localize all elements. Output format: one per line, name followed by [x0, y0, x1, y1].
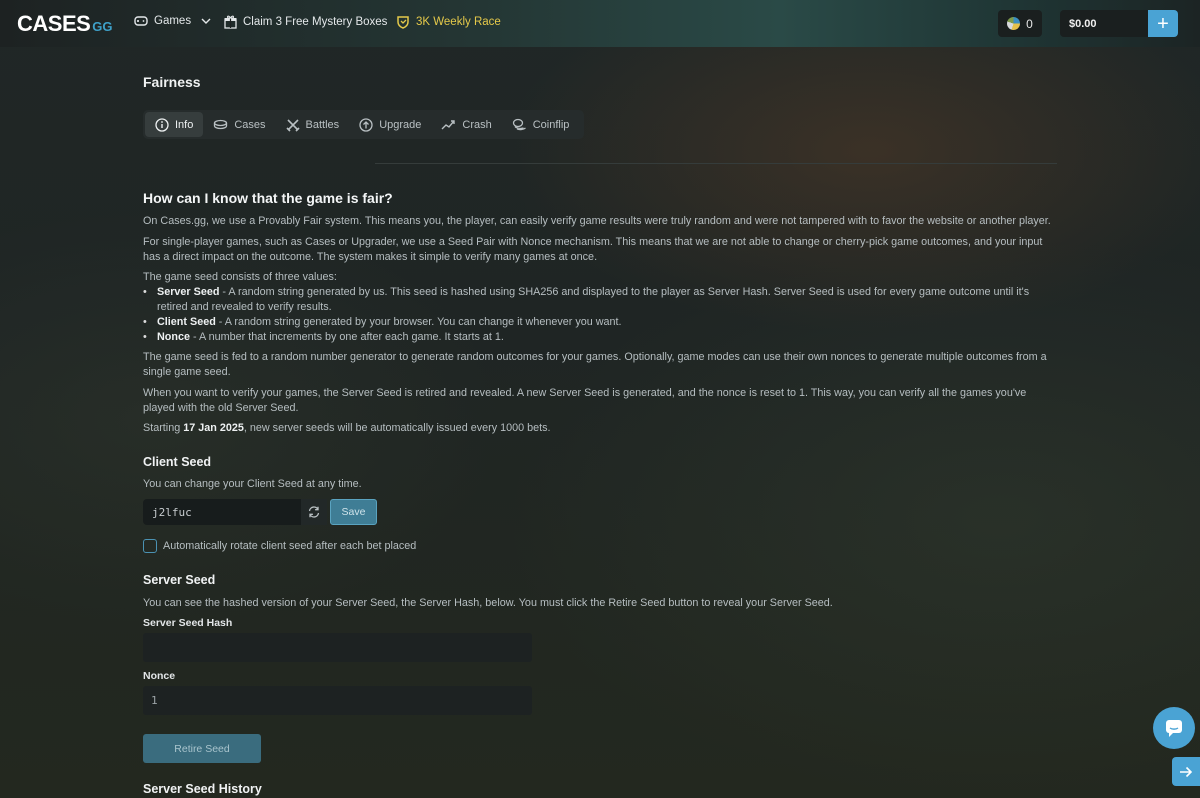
nav-mystery-boxes[interactable]: Claim 3 Free Mystery Boxes [224, 15, 387, 29]
nav-weekly-race-label: 3K Weekly Race [416, 16, 501, 28]
logo-suffix: GG [92, 19, 113, 34]
refresh-icon [307, 505, 321, 519]
retire-seed-button[interactable]: Retire Seed [143, 734, 261, 763]
server-seed-history-heading: Server Seed History [143, 782, 262, 796]
info-paragraph-2: For single-player games, such as Cases o… [143, 236, 1043, 263]
trend-up-icon [441, 119, 456, 131]
cases-icon [213, 119, 228, 131]
tab-coinflip-label: Coinflip [532, 118, 570, 131]
tab-battles-label: Battles [305, 118, 340, 131]
bullet-term: Server Seed [157, 286, 220, 298]
server-seed-description: You can see the hashed version of your S… [143, 597, 833, 609]
client-seed-description: You can change your Client Seed at any t… [143, 478, 362, 490]
top-navbar: CASES GG Games Claim 3 Free Mystery Boxes… [0, 0, 1200, 47]
coins-icon [512, 118, 527, 131]
client-seed-input[interactable]: j2lfuc [143, 499, 301, 525]
bullet-text: - A number that increments by one after … [190, 331, 504, 343]
info-paragraph-3: The game seed consists of three values: [143, 271, 337, 283]
logo-main: CASES [17, 11, 91, 36]
shield-trophy-icon [396, 15, 410, 29]
nav-weekly-race[interactable]: 3K Weekly Race [396, 15, 501, 29]
client-seed-heading: Client Seed [143, 455, 212, 469]
tab-upgrade-label: Upgrade [379, 118, 422, 131]
bullet-text: - A random string generated by us. This … [157, 286, 1030, 313]
tab-cases-label: Cases [234, 118, 266, 131]
section-divider [375, 163, 1057, 164]
tab-battles[interactable]: Battles [276, 112, 350, 137]
coin-icon [1007, 17, 1021, 30]
tab-info[interactable]: Info [145, 112, 204, 137]
page-title: Fairness [143, 74, 201, 90]
tab-cases[interactable]: Cases [203, 112, 275, 137]
nav-mystery-boxes-label: Claim 3 Free Mystery Boxes [243, 16, 388, 28]
seed-values-list: Server Seed - A random string generated … [143, 285, 1058, 345]
tab-crash-label: Crash [462, 118, 492, 131]
coins-counter[interactable]: 0 [998, 10, 1042, 37]
nav-games-label: Games [154, 15, 192, 27]
bullet-term: Client Seed [157, 316, 216, 328]
list-item: Nonce - A number that increments by one … [143, 330, 1058, 345]
info-paragraph-6: Starting 17 Jan 2025, new server seeds w… [143, 421, 1058, 436]
chat-bubble-icon [1164, 718, 1184, 738]
chat-button[interactable] [1153, 707, 1195, 749]
info-icon [155, 117, 169, 132]
arrow-up-circle-icon [359, 117, 373, 132]
balance-display[interactable]: $0.00 [1060, 10, 1148, 37]
auto-rotate-label[interactable]: Automatically rotate client seed after e… [163, 540, 416, 552]
expand-sidebar-button[interactable] [1172, 757, 1200, 786]
refresh-seed-button[interactable] [301, 499, 327, 525]
server-seed-hash-field[interactable] [143, 633, 532, 662]
bullet-term: Nonce [157, 331, 190, 343]
deposit-button[interactable]: + [1148, 10, 1178, 37]
starting-suffix: , new server seeds will be automatically… [243, 422, 551, 434]
info-paragraph-5: When you want to verify your games, the … [143, 387, 1027, 414]
tab-upgrade[interactable]: Upgrade [349, 112, 431, 137]
info-paragraph-4: The game seed is fed to a random number … [143, 351, 1047, 378]
gamepad-icon [134, 15, 148, 27]
tab-coinflip[interactable]: Coinflip [502, 112, 580, 137]
starting-date: 17 Jan 2025 [183, 422, 244, 434]
starting-prefix: Starting [143, 422, 184, 434]
gift-icon [224, 15, 237, 29]
nonce-label: Nonce [143, 670, 176, 682]
nav-games[interactable]: Games [134, 15, 211, 27]
info-paragraph-1: On Cases.gg, we use a Provably Fair syst… [143, 215, 1051, 227]
swords-icon [285, 118, 300, 132]
server-seed-hash-label: Server Seed Hash [143, 617, 233, 629]
coins-count: 0 [1026, 16, 1033, 31]
fairness-tabs: Info Cases Battles Upgrade Crash Coinfli… [143, 110, 584, 139]
arrow-right-icon [1179, 766, 1193, 778]
auto-rotate-checkbox[interactable] [143, 539, 157, 553]
site-logo[interactable]: CASES GG [17, 11, 113, 37]
list-item: Client Seed - A random string generated … [143, 315, 1058, 330]
chevron-down-icon [201, 18, 211, 24]
server-seed-heading: Server Seed [143, 573, 216, 587]
nonce-field[interactable]: 1 [143, 686, 532, 715]
tab-info-label: Info [175, 118, 194, 131]
bullet-text: - A random string generated by your brow… [215, 316, 622, 328]
tab-crash[interactable]: Crash [431, 112, 501, 137]
fairness-heading: How can I know that the game is fair? [143, 190, 393, 206]
save-seed-button[interactable]: Save [330, 499, 377, 525]
list-item: Server Seed - A random string generated … [143, 285, 1058, 315]
